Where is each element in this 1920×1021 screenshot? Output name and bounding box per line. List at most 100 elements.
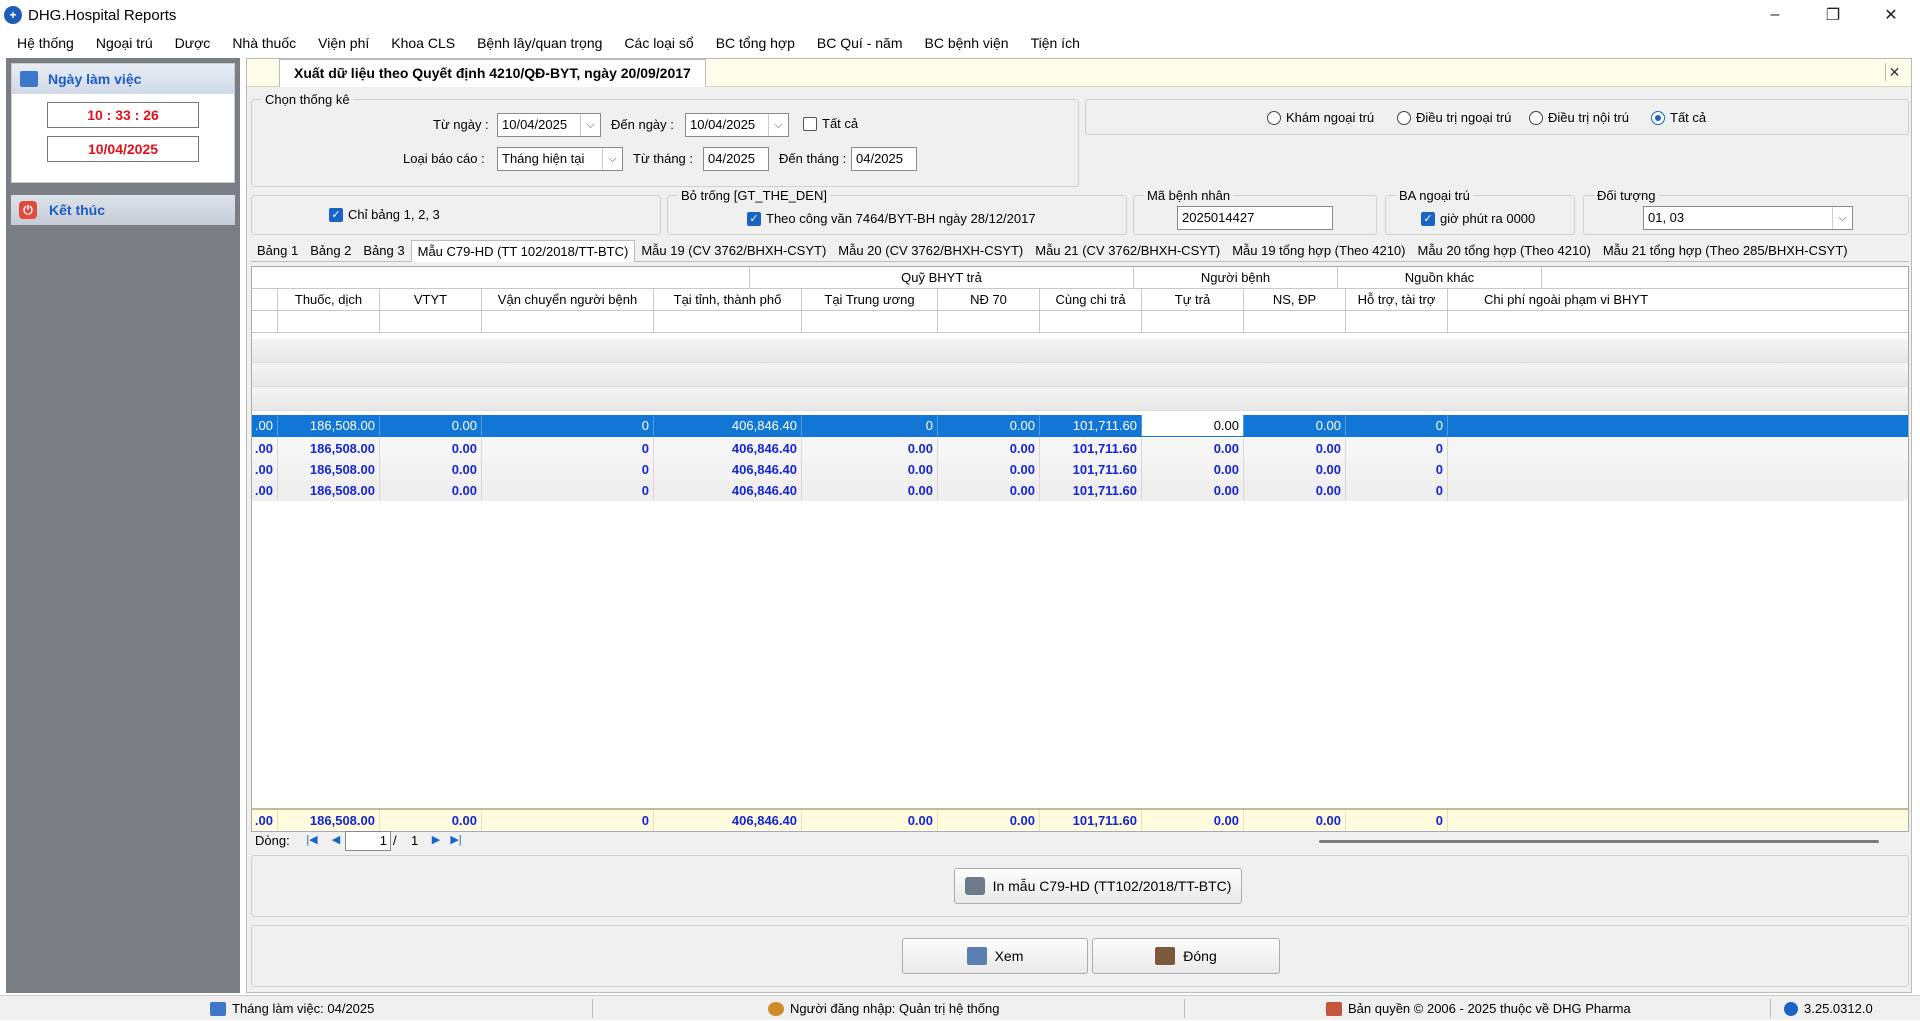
next-page-icon[interactable]: ▶ — [427, 832, 445, 848]
cell[interactable]: 0.00 — [1142, 438, 1244, 459]
cell[interactable]: 0 — [1346, 415, 1448, 436]
col-header-tai-tinh[interactable]: Tại tỉnh, thành phố — [654, 289, 802, 311]
tab-bang-1[interactable]: Bảng 1 — [251, 240, 304, 262]
filter-cell[interactable] — [1244, 311, 1346, 333]
outpatient-time-checkbox[interactable]: ✓ giờ phút ra 0000 — [1421, 211, 1535, 226]
minimize-button[interactable]: – — [1746, 0, 1804, 30]
radio-tat-ca[interactable]: Tất cả — [1651, 110, 1706, 125]
cell[interactable]: 0.00 — [380, 480, 482, 501]
cell[interactable]: 0.00 — [938, 415, 1040, 436]
radio-dieu-tri-ngoai-tru[interactable]: Điều trị ngoại trú — [1397, 110, 1511, 125]
col-header-thuoc-dich[interactable]: Thuốc, dịch — [278, 289, 380, 311]
cell[interactable] — [1448, 438, 1908, 459]
col-header-nd70[interactable]: NĐ 70 — [938, 289, 1040, 311]
cell[interactable]: 0 — [482, 438, 654, 459]
radio-circle[interactable] — [1397, 110, 1411, 125]
data-grid[interactable]: Quỹ BHYT trả Người bệnh Nguồn khác Thuốc… — [251, 266, 1909, 832]
cell[interactable]: 0.00 — [1244, 459, 1346, 480]
cell-editing[interactable]: 0.00 — [1142, 415, 1244, 436]
cell[interactable]: 0.00 — [802, 438, 938, 459]
cell[interactable]: 101,711.60 — [1040, 459, 1142, 480]
cell[interactable]: 186,508.00 — [278, 480, 380, 501]
report-type-select[interactable]: Tháng hiện tại ⌵ — [497, 147, 623, 171]
view-button[interactable]: Xem — [902, 938, 1088, 974]
menu-cac-loai-so[interactable]: Các loại sổ — [613, 30, 704, 56]
cell[interactable]: 0 — [482, 459, 654, 480]
restore-button[interactable]: ❐ — [1804, 0, 1862, 30]
from-date-picker[interactable]: 10/04/2025 ⌵ — [497, 113, 601, 137]
cell[interactable]: 0.00 — [1244, 415, 1346, 436]
filter-cell[interactable] — [482, 311, 654, 333]
cell[interactable]: 406,846.40 — [654, 415, 802, 436]
cell[interactable]: 0.00 — [1142, 459, 1244, 480]
checkbox-box[interactable] — [803, 116, 817, 131]
tab-mau-c79[interactable]: Mẫu C79-HD (TT 102/2018/TT-BTC) — [410, 240, 636, 262]
filter-cell[interactable] — [938, 311, 1040, 333]
from-month-input[interactable]: 04/2025 — [703, 147, 769, 171]
cell[interactable]: 101,711.60 — [1040, 438, 1142, 459]
cell[interactable]: 0.00 — [938, 438, 1040, 459]
col-header-ho-tro[interactable]: Hỗ trợ, tài trợ — [1346, 289, 1448, 311]
radio-kham-ngoai-tru[interactable]: Khám ngoại trú — [1267, 110, 1374, 125]
menu-ngoai-tru[interactable]: Ngoại trú — [85, 30, 164, 56]
cell[interactable]: .00 — [252, 480, 278, 501]
col-header-tai-trung-uong[interactable]: Tại Trung ương — [802, 289, 938, 311]
filter-cell[interactable] — [1040, 311, 1142, 333]
cell[interactable]: 0 — [1346, 459, 1448, 480]
document-tab[interactable]: Xuất dữ liệu theo Quyết định 4210/QĐ-BYT… — [279, 59, 706, 87]
all-dates-checkbox[interactable]: Tất cả — [803, 116, 858, 131]
menu-nha-thuoc[interactable]: Nhà thuốc — [221, 30, 307, 56]
cell[interactable] — [1448, 480, 1908, 501]
cell[interactable]: 101,711.60 — [1040, 480, 1142, 501]
cell[interactable]: 0.00 — [1244, 438, 1346, 459]
chevron-down-icon[interactable]: ⌵ — [580, 114, 600, 136]
radio-circle-selected[interactable] — [1651, 110, 1665, 125]
last-page-icon[interactable]: ▶| — [447, 832, 465, 848]
col-header-partial[interactable] — [252, 289, 278, 311]
filter-cell[interactable] — [654, 311, 802, 333]
work-day-header[interactable]: Ngày làm việc — [12, 64, 234, 94]
chevron-down-icon[interactable]: ⌵ — [768, 114, 788, 136]
radio-circle[interactable] — [1529, 110, 1543, 125]
col-header-van-chuyen[interactable]: Vận chuyển người bệnh — [482, 289, 654, 311]
checkbox-checked[interactable]: ✓ — [1421, 211, 1435, 226]
checkbox-checked[interactable]: ✓ — [329, 207, 343, 222]
tab-mau-20[interactable]: Mẫu 20 (CV 3762/BHXH-CSYT) — [832, 240, 1029, 262]
menu-vien-phi[interactable]: Viện phí — [307, 30, 380, 56]
menu-tien-ich[interactable]: Tiện ích — [1020, 30, 1091, 56]
cell[interactable]: 0.00 — [1244, 480, 1346, 501]
cell[interactable]: 406,846.40 — [654, 480, 802, 501]
radio-dieu-tri-noi-tru[interactable]: Điều trị nội trú — [1529, 110, 1629, 125]
filter-cell[interactable] — [1142, 311, 1244, 333]
filter-cell[interactable] — [802, 311, 938, 333]
cell[interactable]: 0 — [482, 415, 654, 436]
menu-bc-tong-hop[interactable]: BC tổng hợp — [705, 30, 806, 56]
menu-bc-qui-nam[interactable]: BC Quí - năm — [806, 30, 914, 56]
menu-khoa-cls[interactable]: Khoa CLS — [380, 30, 466, 56]
cell[interactable]: 186,508.00 — [278, 459, 380, 480]
close-button[interactable]: Đóng — [1092, 938, 1280, 974]
cell[interactable]: 0.00 — [938, 459, 1040, 480]
patient-code-input[interactable]: 2025014427 — [1177, 206, 1333, 230]
tab-mau-20-tong-hop[interactable]: Mẫu 20 tổng hợp (Theo 4210) — [1412, 240, 1597, 262]
exit-button[interactable]: ⏻ Kết thúc — [11, 195, 235, 225]
filter-cell[interactable] — [1346, 311, 1448, 333]
col-header-vtyt[interactable]: VTYT — [380, 289, 482, 311]
menu-benh-lay[interactable]: Bệnh lây/quan trọng — [466, 30, 613, 56]
cell[interactable]: 0 — [802, 415, 938, 436]
filter-cell[interactable] — [252, 311, 278, 333]
chevron-down-icon[interactable]: ⌵ — [1832, 207, 1852, 229]
menu-he-thong[interactable]: Hệ thống — [6, 30, 85, 56]
filter-cell[interactable] — [380, 311, 482, 333]
cell[interactable]: 0.00 — [802, 480, 938, 501]
col-header-ngoai-pham-vi[interactable]: Chi phí ngoài phạm vi BHYT — [1448, 289, 1908, 311]
cell[interactable]: 0 — [1346, 480, 1448, 501]
table-row[interactable]: .00 186,508.00 0.00 0 406,846.40 0.00 0.… — [252, 438, 1908, 459]
cell[interactable]: 0.00 — [1142, 480, 1244, 501]
tab-bang-3[interactable]: Bảng 3 — [357, 240, 410, 262]
only-tables-checkbox[interactable]: ✓ Chỉ bảng 1, 2, 3 — [329, 207, 440, 222]
horizontal-scrollbar[interactable] — [1319, 840, 1879, 843]
cell[interactable]: 0 — [1346, 438, 1448, 459]
close-window-button[interactable]: ✕ — [1862, 0, 1920, 30]
tab-bang-2[interactable]: Bảng 2 — [304, 240, 357, 262]
